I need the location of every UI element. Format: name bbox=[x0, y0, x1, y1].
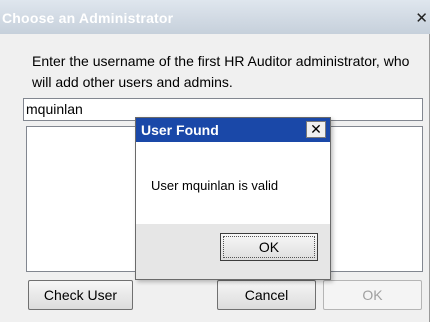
close-icon[interactable]: ✕ bbox=[415, 9, 428, 27]
user-found-dialog: User Found ✕ User mquinlan is valid OK bbox=[135, 117, 331, 280]
ok-button[interactable]: OK bbox=[323, 280, 422, 310]
dialog-close-icon[interactable]: ✕ bbox=[306, 121, 326, 138]
window-titlebar[interactable]: Choose an Administrator ✕ bbox=[0, 0, 430, 34]
cancel-button[interactable]: Cancel bbox=[217, 280, 316, 310]
dialog-title: User Found bbox=[141, 122, 219, 138]
dialog-footer: OK bbox=[136, 224, 330, 279]
window-title: Choose an Administrator bbox=[2, 10, 174, 26]
dialog-titlebar[interactable]: User Found ✕ bbox=[136, 118, 330, 142]
instructions-text: Enter the username of the first HR Audit… bbox=[32, 53, 410, 90]
dialog-message: User mquinlan is valid bbox=[151, 178, 279, 193]
dialog-body: User mquinlan is valid bbox=[136, 142, 330, 224]
check-user-button[interactable]: Check User bbox=[28, 280, 133, 310]
choose-administrator-window: Choose an Administrator ✕ Enter the user… bbox=[0, 0, 430, 322]
dialog-ok-button[interactable]: OK bbox=[220, 233, 318, 261]
